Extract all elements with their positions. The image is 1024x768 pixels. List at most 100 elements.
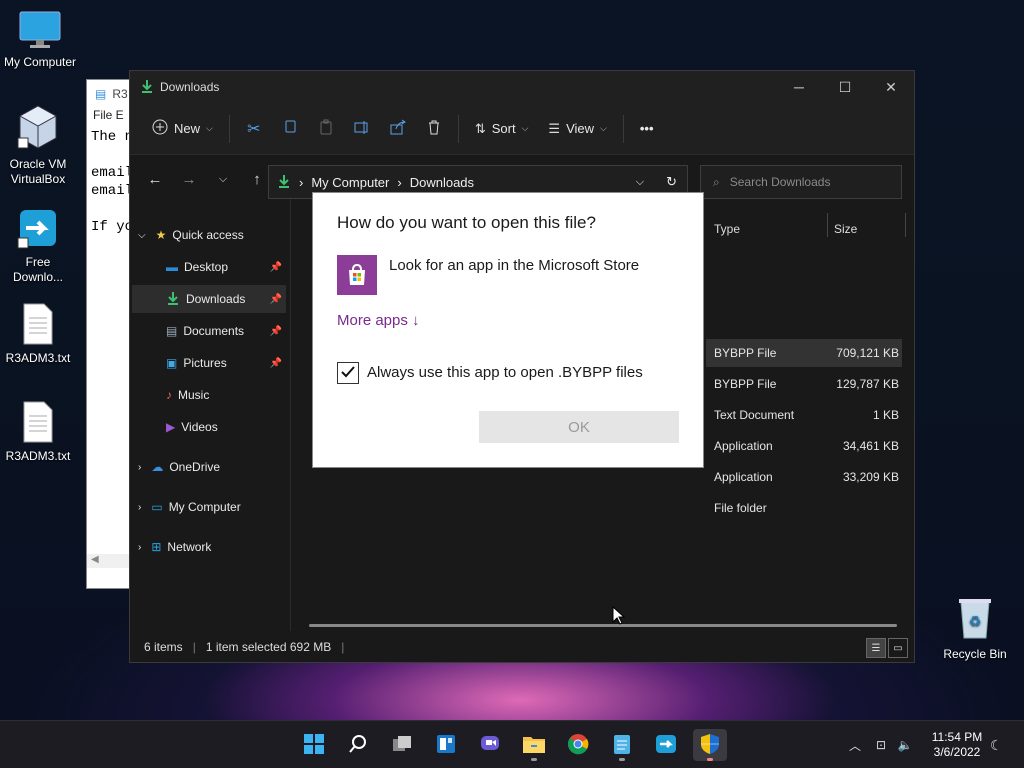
- chrome-button[interactable]: [561, 729, 595, 761]
- breadcrumb-my-computer[interactable]: My Computer: [311, 175, 389, 190]
- desktop-icon-label: My Computer: [3, 55, 77, 69]
- store-option-label[interactable]: Look for an app in the Microsoft Store: [389, 257, 639, 274]
- network-icon[interactable]: ⊡: [868, 738, 894, 752]
- desktop-icon-my-computer[interactable]: My Computer: [0, 10, 80, 70]
- view-label: View: [566, 121, 595, 136]
- details-view-button[interactable]: ☰: [866, 638, 886, 658]
- folder-icon: [522, 733, 546, 758]
- volume-icon[interactable]: 🔈: [894, 738, 916, 752]
- search-placeholder: Search Downloads: [729, 175, 831, 189]
- task-view-icon: [391, 733, 413, 758]
- more-label: •••: [639, 121, 654, 136]
- search-button[interactable]: [341, 729, 375, 761]
- download-manager-icon: [0, 206, 78, 253]
- focus-assist-button[interactable]: ☾: [990, 721, 1003, 768]
- list-view-icon: ☰: [548, 120, 561, 136]
- file-row[interactable]: BYBPP File 709,121 KB: [706, 339, 902, 367]
- nav-my-computer[interactable]: › ▭ My Computer: [138, 493, 241, 521]
- always-use-label[interactable]: Always use this app to open .BYBPP files: [367, 364, 643, 381]
- nav-documents[interactable]: ▤ Documents 📌: [166, 317, 286, 345]
- search-box[interactable]: ⌕ Search Downloads: [700, 165, 902, 199]
- tiles-view-button[interactable]: ▭: [888, 638, 908, 658]
- chevron-right-icon: ›: [138, 461, 142, 473]
- nav-desktop[interactable]: ▬ Desktop 📌: [166, 253, 286, 281]
- arrow-left-icon: ←: [147, 170, 163, 188]
- file-row[interactable]: Application 34,461 KB: [706, 432, 902, 460]
- delete-button[interactable]: [416, 112, 452, 146]
- nav-videos[interactable]: ▶ Videos: [166, 413, 218, 441]
- desktop-icon-readme-2[interactable]: R3ADM3.txt: [0, 400, 78, 464]
- notepad-menu[interactable]: File E: [87, 108, 133, 128]
- desktop-icon-label: R3ADM3.txt: [5, 351, 71, 365]
- monitor-icon: [0, 10, 80, 53]
- chat-icon: [479, 733, 501, 758]
- column-header-size[interactable]: Size: [834, 215, 857, 243]
- plus-circle-icon: [152, 119, 168, 138]
- new-button[interactable]: New ⌵: [142, 112, 223, 146]
- recent-locations-button[interactable]: ⌵: [206, 164, 240, 194]
- task-view-button[interactable]: [385, 729, 419, 761]
- teams-chat-button[interactable]: [473, 729, 507, 761]
- refresh-icon[interactable]: ↻: [666, 174, 677, 190]
- nav-pictures[interactable]: ▣ Pictures 📌: [166, 349, 286, 377]
- notepad-text[interactable]: The n email email If yo: [87, 128, 133, 236]
- ok-button[interactable]: OK: [479, 411, 679, 443]
- explorer-titlebar[interactable]: Downloads ─ ☐ ✕: [130, 71, 914, 103]
- text-file-icon: [0, 302, 78, 349]
- open-with-dialog[interactable]: How do you want to open this file? Look …: [312, 192, 704, 468]
- download-arrow-icon: [166, 291, 180, 308]
- breadcrumb-downloads[interactable]: Downloads: [410, 175, 474, 190]
- column-divider[interactable]: [905, 213, 906, 237]
- file-row[interactable]: Text Document 1 KB: [706, 401, 902, 429]
- cloud-icon: ☁: [151, 460, 164, 474]
- nav-quick-access[interactable]: ⌵ ★ Quick access: [138, 221, 244, 249]
- nav-downloads[interactable]: Downloads 📌: [132, 285, 286, 313]
- file-explorer-taskbar-button[interactable]: [517, 729, 551, 761]
- uac-prompt-taskbar-button[interactable]: [693, 729, 727, 761]
- view-button[interactable]: ☰ View ⌵: [538, 112, 616, 146]
- desktop-icon-free-download[interactable]: Free Downlo...: [0, 206, 78, 285]
- more-options-button[interactable]: •••: [630, 112, 664, 146]
- nav-network[interactable]: › ⊞ Network: [138, 533, 211, 561]
- notepad-taskbar-button[interactable]: [605, 729, 639, 761]
- horizontal-scrollbar[interactable]: [309, 624, 897, 627]
- widgets-button[interactable]: [429, 729, 463, 761]
- back-button[interactable]: ←: [138, 164, 172, 194]
- microsoft-store-icon[interactable]: [337, 255, 377, 295]
- sort-label: Sort: [491, 121, 516, 136]
- always-use-checkbox[interactable]: [337, 362, 359, 384]
- sort-button[interactable]: ⇅ Sort ⌵: [465, 112, 539, 146]
- cut-button[interactable]: ✂: [236, 112, 272, 146]
- copy-button[interactable]: [272, 112, 308, 146]
- notepad-hscrollbar[interactable]: ◀: [87, 554, 133, 568]
- file-row[interactable]: File folder: [706, 494, 902, 522]
- clock[interactable]: 11:54 PM 3/6/2022: [924, 730, 990, 760]
- notepad-titlebar[interactable]: ▤ R3: [87, 80, 133, 108]
- rename-icon: [354, 119, 370, 138]
- running-indicator: [531, 758, 537, 761]
- column-header-type[interactable]: Type: [714, 215, 740, 243]
- column-divider[interactable]: [827, 213, 828, 237]
- desktop-icon-readme-1[interactable]: R3ADM3.txt: [0, 302, 78, 366]
- notepad-window[interactable]: ▤ R3 File E The n email email If yo ◀: [86, 79, 134, 589]
- notepad-icon: [612, 733, 632, 758]
- address-dropdown-icon[interactable]: ⌵: [636, 176, 644, 189]
- nav-onedrive[interactable]: › ☁ OneDrive: [138, 453, 220, 481]
- desktop-icon-recycle-bin[interactable]: ♻ Recycle Bin: [935, 596, 1015, 662]
- rename-button[interactable]: [344, 112, 380, 146]
- share-button[interactable]: [380, 112, 416, 146]
- forward-button[interactable]: →: [172, 164, 206, 194]
- more-apps-link[interactable]: More apps ↓: [337, 312, 420, 329]
- start-button[interactable]: [297, 729, 331, 761]
- close-button[interactable]: ✕: [868, 71, 914, 103]
- download-manager-taskbar-button[interactable]: [649, 729, 683, 761]
- chevron-up-icon[interactable]: ︿: [846, 737, 864, 754]
- maximize-button[interactable]: ☐: [822, 71, 868, 103]
- nav-music[interactable]: ♪ Music: [166, 381, 209, 409]
- desktop-icon-virtualbox[interactable]: Oracle VM VirtualBox: [0, 104, 78, 187]
- video-icon: ▶: [166, 420, 176, 434]
- file-row[interactable]: Application 33,209 KB: [706, 463, 902, 491]
- minimize-button[interactable]: ─: [776, 71, 822, 103]
- file-row[interactable]: BYBPP File 129,787 KB: [706, 370, 902, 398]
- paste-button[interactable]: [308, 112, 344, 146]
